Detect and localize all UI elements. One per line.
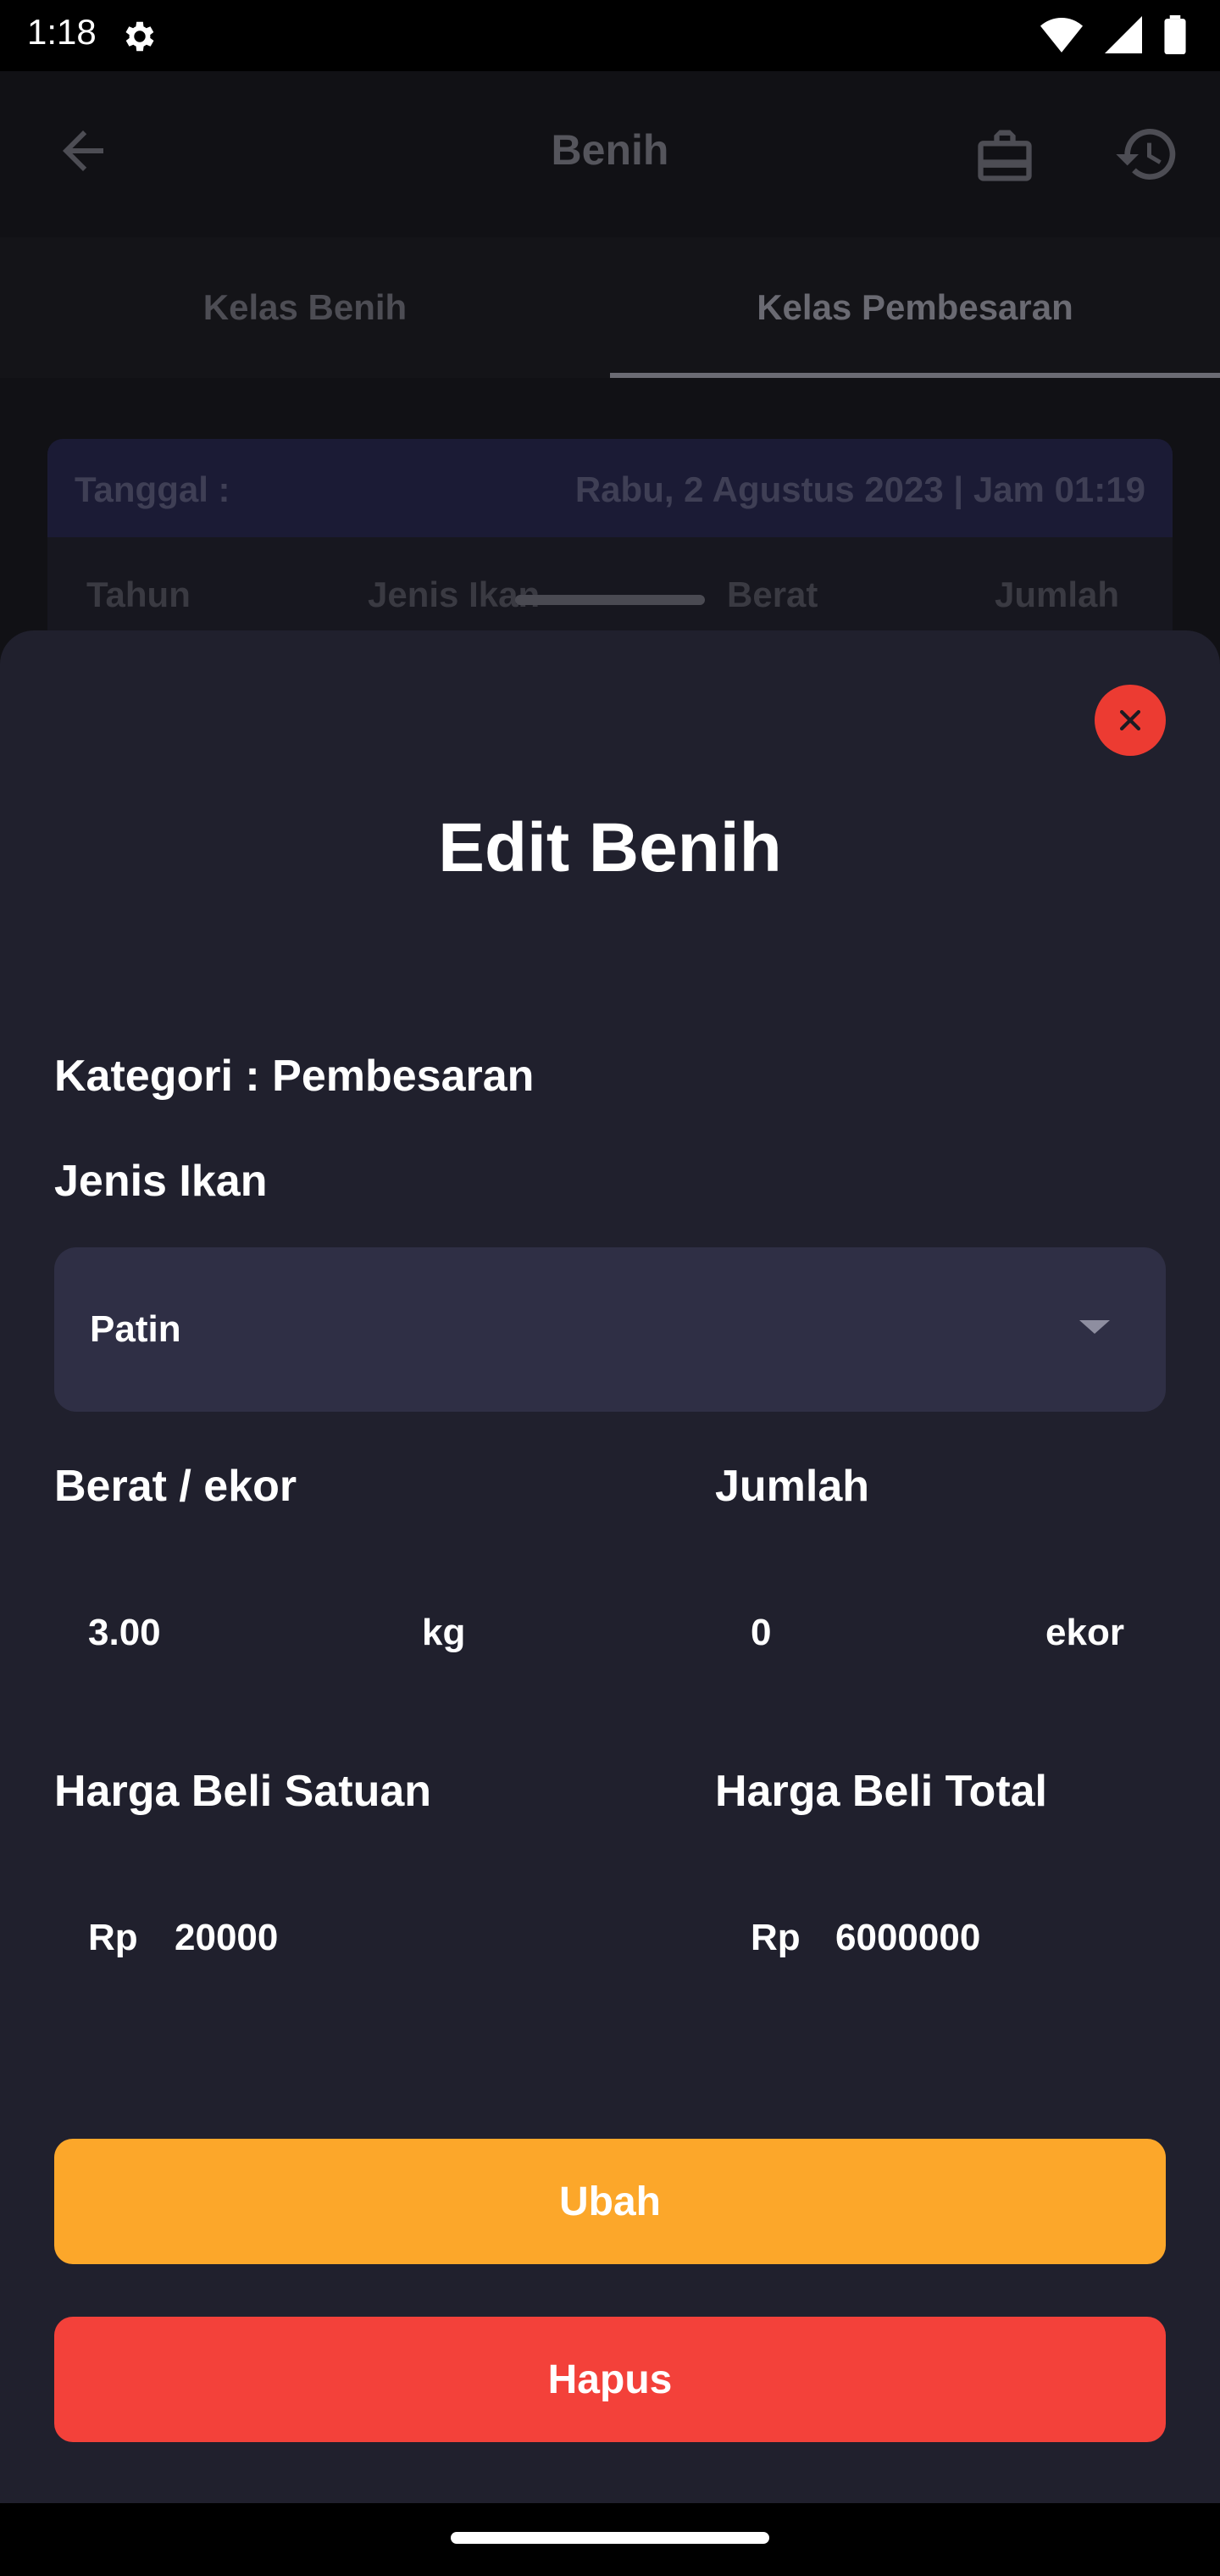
jumlah-unit: ekor [1045,1612,1124,1653]
wifi-icon [1040,18,1083,53]
berat-label: Berat / ekor [54,1462,297,1511]
date-value: Rabu, 2 Agustus 2023 | Jam 01:19 [574,469,1145,509]
drag-handle[interactable] [515,595,705,605]
jenis-ikan-value: Patin [90,1308,181,1350]
home-gesture-pill[interactable] [451,2532,769,2544]
column-header-berat: Berat [727,575,818,614]
tab-kelas-pembesaran[interactable]: Kelas Pembesaran [610,237,1220,378]
history-icon[interactable] [1113,120,1181,188]
harga-satuan-label: Harga Beli Satuan [54,1767,432,1816]
close-icon [1119,709,1141,731]
berat-unit: kg [422,1612,466,1653]
status-bar: 1:18 [0,0,1220,71]
status-time: 1:18 [27,12,97,52]
harga-total-prefix: Rp [751,1917,801,1958]
ubah-button[interactable]: Ubah [54,2139,1166,2264]
settings-gear-icon [125,21,154,52]
jumlah-input[interactable]: 0 [751,1612,771,1654]
harga-total-input[interactable]: 6000000 [835,1917,980,1959]
column-header-jenis-ikan: Jenis Ikan [368,575,541,614]
edit-sheet: Edit Benih Kategori : Pembesaran Jenis I… [0,630,1220,2503]
column-header-jumlah: Jumlah [995,575,1120,614]
app-bar: Benih [0,71,1220,237]
page-title: Benih [551,126,669,174]
harga-satuan-input[interactable]: 20000 [175,1917,278,1959]
tab-indicator [610,373,1220,378]
dropdown-caret-icon [1079,1320,1110,1334]
sheet-title: Edit Benih [438,809,782,886]
card-header: Tanggal : Rabu, 2 Agustus 2023 | Jam 01:… [47,439,1173,537]
tab-bar: Kelas Benih Kelas Pembesaran [0,237,1220,378]
jenis-ikan-select[interactable]: Patin [54,1247,1166,1412]
navigation-bar [0,2503,1220,2576]
kategori-label: Kategori : Pembesaran [54,1052,535,1101]
jumlah-label: Jumlah [715,1462,870,1511]
jenis-ikan-label: Jenis Ikan [54,1157,268,1206]
signal-icon [1105,16,1142,53]
hapus-button[interactable]: Hapus [54,2317,1166,2442]
briefcase-icon[interactable] [973,122,1037,186]
column-header-tahun: Tahun [86,575,191,614]
tab-kelas-benih[interactable]: Kelas Benih [0,237,610,378]
berat-input[interactable]: 3.00 [88,1612,161,1654]
close-button[interactable] [1095,685,1166,756]
harga-satuan-prefix: Rp [88,1917,138,1958]
harga-total-label: Harga Beli Total [715,1767,1048,1816]
date-label: Tanggal : [75,469,230,509]
battery-icon [1164,15,1186,54]
